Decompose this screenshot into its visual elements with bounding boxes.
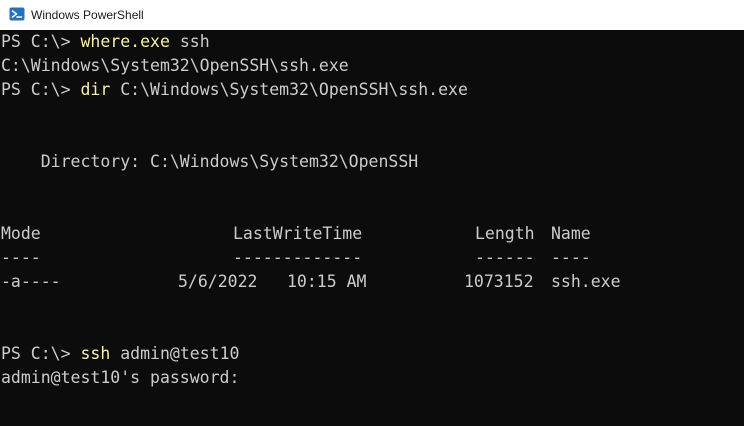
prompt: PS C:\> xyxy=(1,80,81,99)
underline-length: ------ xyxy=(475,248,535,267)
prompt: PS C:\> xyxy=(1,32,81,51)
console-line: PS C:\> where.exe ssh xyxy=(1,30,210,54)
title-bar[interactable]: Windows PowerShell xyxy=(0,0,744,30)
command: dir xyxy=(80,80,111,99)
row-mode: -a---- xyxy=(1,272,61,291)
directory-heading: Directory: C:\Windows\System32\OpenSSH xyxy=(1,152,419,171)
row-length: 1073152 xyxy=(464,272,534,291)
command-args: admin@test10 xyxy=(110,344,240,363)
header-length: Length xyxy=(475,224,535,243)
row-time: 10:15 AM xyxy=(287,272,367,291)
header-name: Name xyxy=(551,224,591,243)
command: where.exe xyxy=(80,32,170,51)
powershell-icon xyxy=(9,6,25,22)
row-name: ssh.exe xyxy=(551,272,621,291)
row-date: 5/6/2022 xyxy=(178,272,258,291)
underline-lastwritetime: ------------- xyxy=(233,248,363,267)
header-lastwritetime: LastWriteTime xyxy=(233,224,363,243)
console-line: PS C:\> ssh admin@test10 xyxy=(1,342,239,366)
command: ssh xyxy=(80,344,111,363)
header-mode: Mode xyxy=(1,224,41,243)
prompt: PS C:\> xyxy=(1,344,81,363)
window-title: Windows PowerShell xyxy=(31,8,144,22)
underline-mode: ---- xyxy=(1,248,41,267)
console-line: PS C:\> dir C:\Windows\System32\OpenSSH\… xyxy=(1,78,468,102)
command-args: C:\Windows\System32\OpenSSH\ssh.exe xyxy=(110,80,468,99)
console-output: C:\Windows\System32\OpenSSH\ssh.exe xyxy=(1,56,349,75)
password-prompt[interactable]: admin@test10's password: xyxy=(1,366,239,390)
command-args: ssh xyxy=(169,32,210,51)
powershell-window: Windows PowerShell PS C:\> where.exe ssh… xyxy=(0,0,744,426)
console-area[interactable]: PS C:\> where.exe ssh C:\Windows\System3… xyxy=(0,30,744,426)
underline-name: ---- xyxy=(551,248,591,267)
